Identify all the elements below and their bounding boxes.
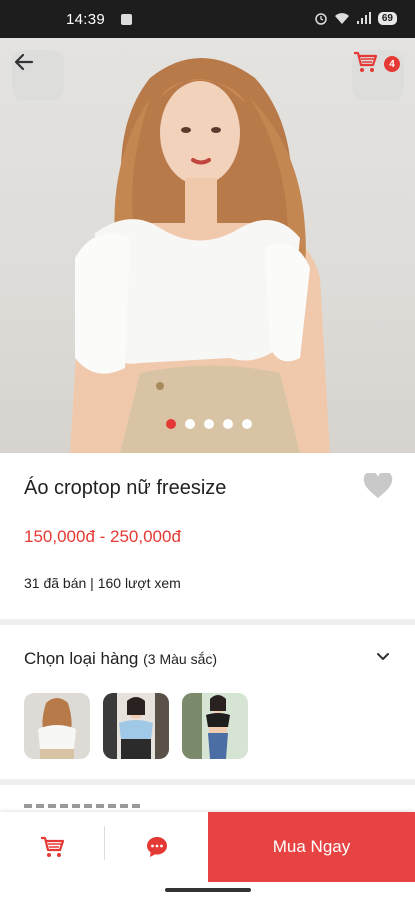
add-to-cart-button[interactable]: [0, 812, 104, 882]
variant-photo: [103, 693, 169, 759]
section-divider: [0, 779, 415, 785]
variant-thumbnails: [24, 693, 248, 759]
variant-thumbnail-white[interactable]: [24, 693, 90, 759]
carousel-dot[interactable]: [204, 419, 214, 429]
bottom-action-bar: Mua Ngay: [0, 812, 415, 882]
carousel-indicator: [166, 419, 252, 429]
product-image-carousel[interactable]: 4: [0, 38, 415, 453]
system-nav-bar: [0, 882, 415, 900]
cart-count-badge: 4: [384, 56, 400, 72]
carousel-dot[interactable]: [223, 419, 233, 429]
status-time: 14:39: [66, 11, 106, 28]
signal-icon: [356, 12, 371, 24]
variant-thumbnail-black[interactable]: [182, 693, 248, 759]
alarm-icon: [315, 13, 327, 25]
variant-selector[interactable]: Chọn loại hàng (3 Màu sắc): [0, 625, 415, 779]
back-button[interactable]: [12, 50, 64, 100]
variant-title: Chọn loại hàng (3 Màu sắc): [24, 649, 217, 669]
variant-photo: [24, 693, 90, 759]
product-info: Áo croptop nữ freesize 150,000đ - 250,00…: [0, 453, 415, 619]
product-photo: [70, 58, 330, 453]
cart-button[interactable]: 4: [352, 50, 404, 100]
carousel-dot[interactable]: [166, 419, 176, 429]
wifi-icon: [334, 12, 349, 24]
add-to-cart-icon: [41, 836, 65, 857]
buy-now-button[interactable]: Mua Ngay: [208, 812, 415, 882]
notification-icon: [121, 14, 132, 25]
sales-stats: 31 đã bán | 160 lượt xem: [24, 575, 181, 591]
status-icons: 69: [314, 11, 397, 25]
favorite-button[interactable]: [363, 471, 393, 504]
arrow-left-icon: [14, 53, 34, 71]
chat-button[interactable]: [105, 812, 208, 882]
home-gesture-handle[interactable]: [165, 888, 251, 892]
chevron-down-icon: [377, 653, 389, 660]
carousel-dot[interactable]: [242, 419, 252, 429]
battery-indicator: 69: [377, 11, 397, 25]
chat-icon: [146, 837, 167, 857]
variant-photo: [182, 693, 248, 759]
heart-icon: [363, 471, 393, 498]
variant-title-text: Chọn loại hàng: [24, 649, 139, 668]
status-bar: 14:39 69: [0, 0, 415, 38]
variant-count: (3 Màu sắc): [143, 651, 218, 667]
carousel-dot[interactable]: [185, 419, 195, 429]
product-name: Áo croptop nữ freesize: [24, 477, 227, 499]
cart-icon: [354, 51, 378, 72]
price-range: 150,000đ - 250,000đ: [24, 527, 181, 546]
variant-thumbnail-blue[interactable]: [103, 693, 169, 759]
expand-variants-button[interactable]: [375, 649, 391, 670]
